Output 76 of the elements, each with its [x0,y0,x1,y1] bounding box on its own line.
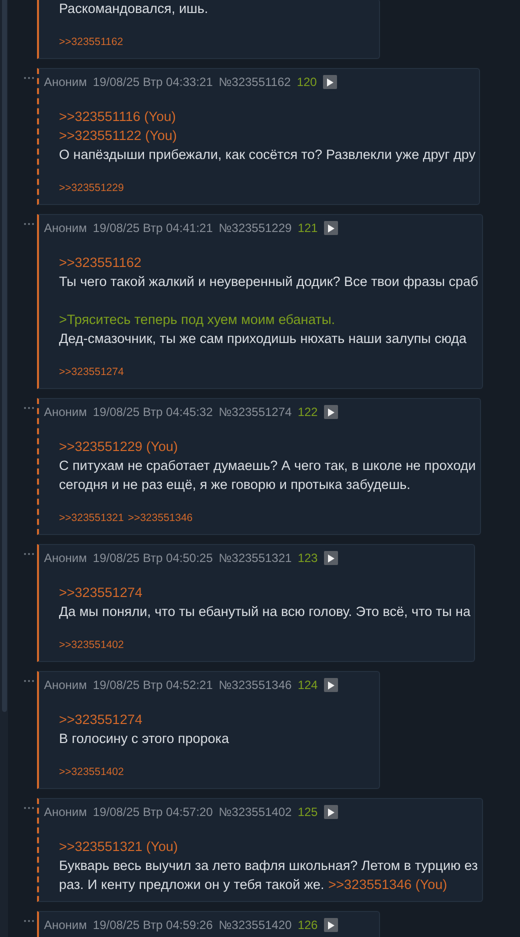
play-icon [326,554,335,562]
poster-name: Аноним [44,804,87,821]
more-icon[interactable] [22,679,34,683]
reply-link[interactable]: >>323551122 (You) [59,126,177,145]
post-number[interactable]: №323551346 [218,675,292,695]
play-button[interactable] [324,551,338,565]
reply-link[interactable]: >>323551116 (You) [59,107,176,126]
post-text: Раскомандовался, ишь. [59,0,208,18]
backlink[interactable]: >>323551402 [59,636,124,654]
post-text: Букварь весь выучил за лето вафля школьная? Летом в турцию ез [59,857,478,875]
post-text: О напёздыши прибежали, как сосётся то? Развлекли уже друг дру [59,146,476,164]
poster-name: Аноним [44,74,87,91]
backlink[interactable]: >>323551321 [59,509,124,527]
more-icon[interactable] [22,806,34,810]
post-text: сегодня и не раз ещё, я же говорю и протыка забудешь. [59,476,410,494]
reply-link[interactable]: >>323551346 (You) [328,875,448,894]
post-text: Да мы поняли, что ты ебанутый на всю голову. Это всё, что ты на [59,603,470,621]
post-index: 125 [298,804,318,821]
post-date: 19/08/25 Втр 04:59:26 [92,917,213,934]
backlink[interactable]: >>323551346 [128,509,193,527]
play-button[interactable] [322,75,337,89]
post-text: Ты чего такой жалкий и неуверенный додик? Все твои фразы сраб [59,273,478,291]
poster-name: Аноним [44,677,87,694]
play-icon [326,680,335,690]
play-icon [326,408,335,416]
play-button[interactable] [324,805,338,819]
play-icon [326,920,335,930]
post-number[interactable]: №323551274 [218,402,292,422]
poster-name: Аноним [44,404,87,421]
play-icon [326,78,334,86]
post-date: 19/08/25 Втр 04:52:21 [92,677,213,694]
play-button[interactable] [324,221,338,235]
post-date: 19/08/25 Втр 04:50:25 [92,550,213,567]
reply-link[interactable]: >>323551162 [59,253,142,272]
post-date: 19/08/25 Втр 04:33:21 [92,74,213,91]
play-button[interactable] [324,918,338,932]
post-date: 19/08/25 Втр 04:57:20 [92,804,213,821]
more-icon[interactable] [22,406,34,410]
play-button[interactable] [324,405,338,419]
reply-link[interactable]: >>323551229 (You) [59,437,178,456]
post-date: 19/08/25 Втр 04:45:32 [92,404,213,421]
more-icon[interactable] [22,919,34,923]
backlink[interactable]: >>323551229 [59,179,124,197]
post-text: Дед-смазочник, ты же сам приходишь нюхать наши залупы сюда [59,330,467,348]
post-date: 19/08/25 Втр 04:41:21 [92,220,213,237]
backlink[interactable]: >>323551274 [59,363,124,381]
post-index: 120 [296,74,317,91]
scrollbar-thumb[interactable] [2,0,6,712]
post-text: С питухам не сработает думаешь? А чего так, в школе не проходи [59,457,476,475]
more-icon[interactable] [22,552,34,556]
backlink[interactable]: >>323551402 [59,763,124,781]
play-icon [326,224,335,232]
post-index: 121 [298,220,318,237]
poster-name: Аноним [44,220,87,237]
post-index: 123 [298,550,318,567]
post-index: 124 [298,677,318,694]
reply-link[interactable]: >>323551274 [59,583,142,602]
reply-link[interactable]: >>323551321 (You) [59,837,178,856]
backlink[interactable]: >>323551162 [59,33,124,51]
poster-name: Аноним [44,550,87,567]
post-number[interactable]: №323551321 [218,548,292,568]
more-icon[interactable] [22,76,34,80]
play-button[interactable] [324,678,338,692]
poster-name: Аноним [44,917,87,934]
play-icon [326,808,335,816]
post-number[interactable]: №323551229 [218,218,292,238]
post-number[interactable]: №323551420 [218,915,292,935]
reply-link[interactable]: >>323551274 [59,710,142,729]
post-text: раз. И кенту предложи он у тебя такой же. [59,876,324,894]
post-number[interactable]: №323551162 [218,72,291,92]
post-text: В голосину с этого пророка [59,730,229,748]
quote-text: >Тряситесь теперь под хуем моим ебанаты. [59,311,336,329]
post-index: 126 [298,917,318,934]
post-index: 122 [298,404,318,421]
more-icon[interactable] [22,222,34,226]
post-number[interactable]: №323551402 [218,802,292,822]
